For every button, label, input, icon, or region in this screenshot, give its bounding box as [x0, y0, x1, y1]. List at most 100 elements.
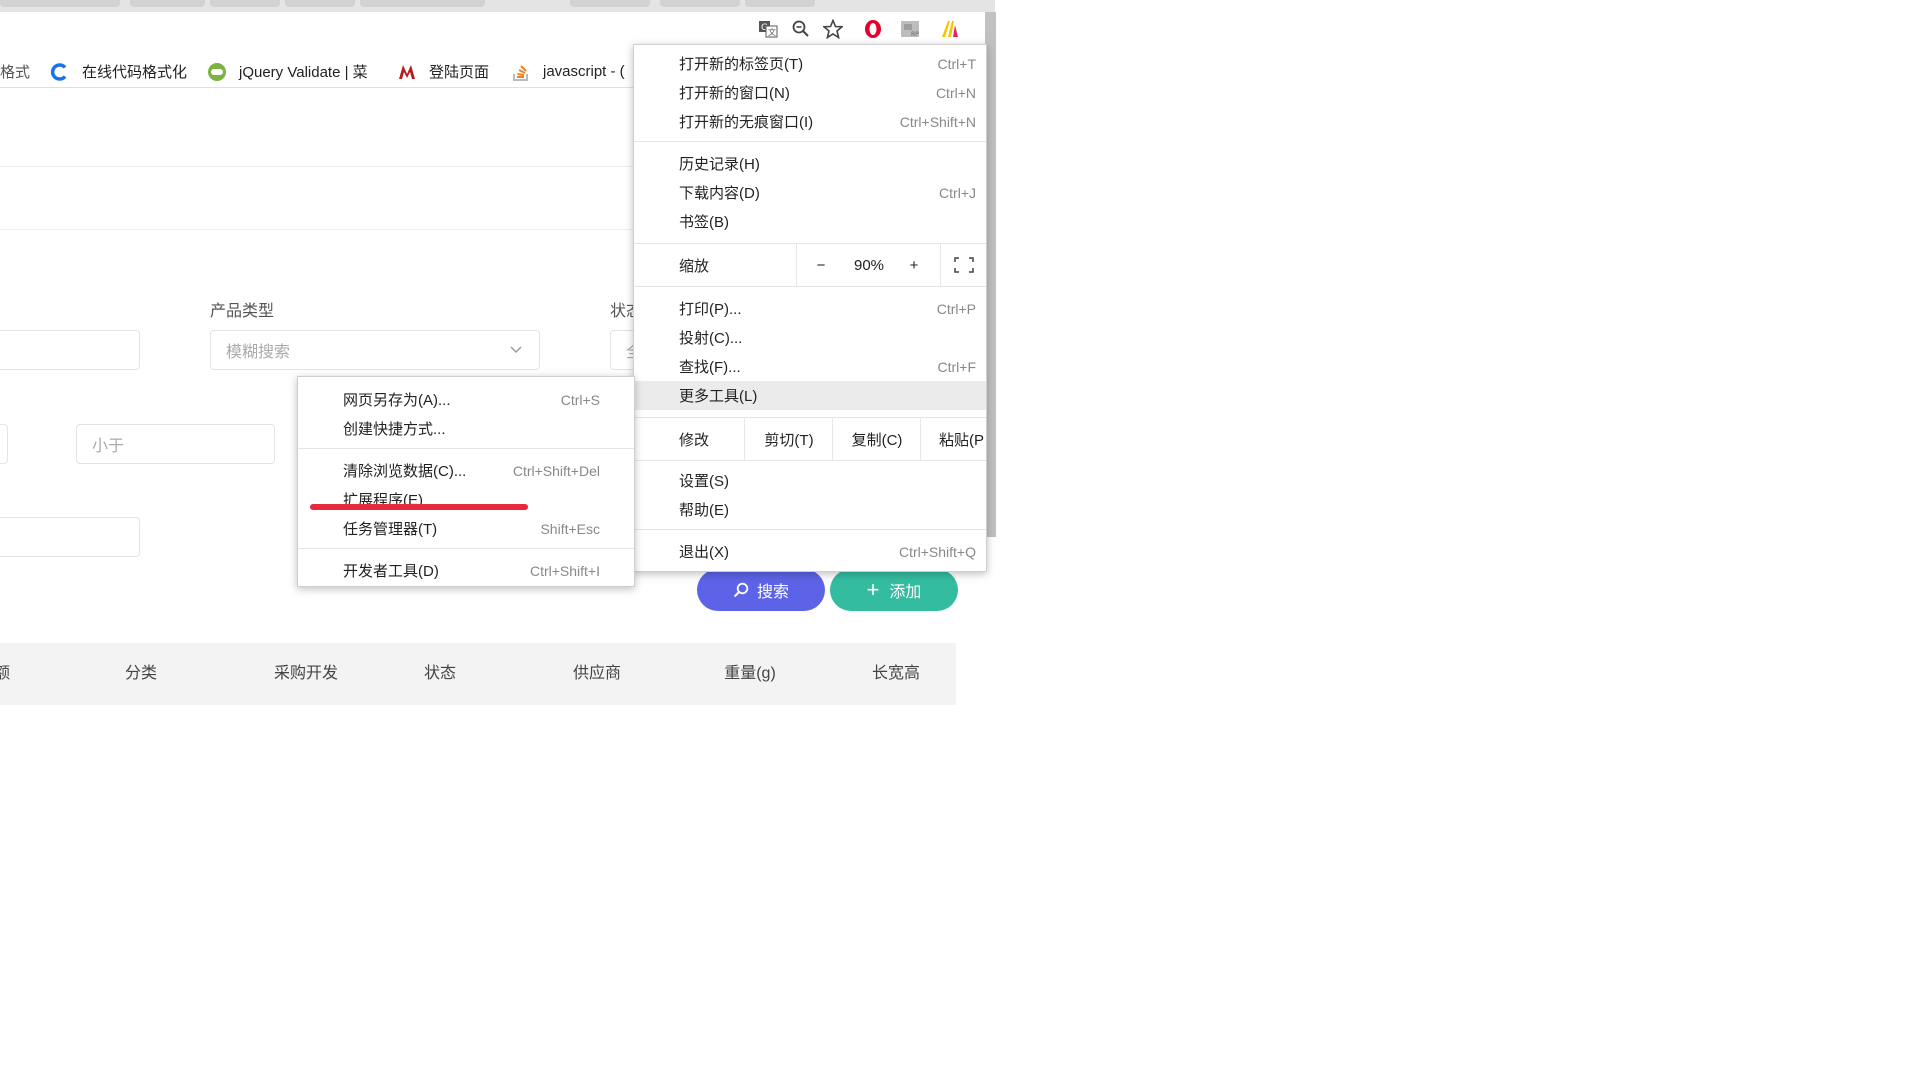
extension-icon[interactable]: RP [897, 16, 923, 42]
bookmark-item[interactable]: javascript - ( [511, 56, 625, 87]
product-type-select[interactable]: 模糊搜索 [210, 330, 540, 370]
zoom-out-button[interactable]: − [796, 244, 845, 286]
cut-button[interactable]: 剪切(T) [744, 418, 833, 460]
menu-item-label: 缩放 [679, 257, 710, 275]
copy-label: 复制(C) [851, 431, 903, 449]
bookmark-item[interactable]: 登陆页面 [397, 56, 489, 87]
menu-item-label: 下载内容(D) [679, 185, 760, 202]
menu-item-create-shortcut[interactable]: 创建快捷方式... [298, 414, 634, 443]
menu-item-shortcut: Ctrl+Shift+I [529, 562, 600, 579]
paste-button[interactable]: 粘贴(P [920, 418, 986, 460]
less-than-input[interactable]: 小于 [76, 424, 275, 464]
table-header: 额 分类 采购开发 状态 供应商 重量(g) 长宽高 [0, 643, 956, 705]
menu-item-label: 任务管理器(T) [343, 521, 438, 538]
menu-item-label: 投射(C)... [679, 330, 743, 347]
svg-text:文: 文 [768, 27, 776, 37]
copy-button[interactable]: 复制(C) [832, 418, 921, 460]
menu-item-label: 退出(X) [679, 544, 729, 561]
zoom-level: 90% [844, 244, 894, 286]
menu-item-devtools[interactable]: 开发者工具(D) Ctrl+Shift+I [298, 556, 634, 585]
menu-item-label: 网页另存为(A)... [343, 392, 451, 409]
zoom-icon[interactable] [788, 16, 814, 42]
text-input[interactable] [0, 517, 140, 557]
browser-tab[interactable] [745, 0, 815, 7]
zoom-minus-label: − [816, 256, 826, 274]
browser-tab[interactable] [130, 0, 205, 7]
menu-item-exit[interactable]: 退出(X) Ctrl+Shift+Q [634, 537, 986, 566]
bookmark-label: 在线代码格式化 [82, 64, 188, 81]
zoom-in-button[interactable]: + [894, 244, 934, 286]
menu-divider [634, 529, 986, 530]
search-button[interactable]: 搜索 [697, 569, 825, 611]
menu-item-find[interactable]: 查找(F)... Ctrl+F [634, 352, 986, 381]
menu-item-task-manager[interactable]: 任务管理器(T) Shift+Esc [298, 514, 634, 543]
menu-item-cast[interactable]: 投射(C)... [634, 323, 986, 352]
browser-tab[interactable] [210, 0, 280, 7]
menu-item-label: 帮助(E) [679, 502, 729, 519]
menu-item-zoom: 缩放 − 90% + [634, 244, 986, 286]
menu-item-label: 清除浏览数据(C)... [343, 463, 467, 480]
bookmark-item[interactable]: jQuery Validate | 菜 [207, 56, 368, 87]
svg-text:RP: RP [911, 31, 919, 38]
search-button-label: 搜索 [756, 584, 789, 601]
menu-item-downloads[interactable]: 下载内容(D) Ctrl+J [634, 178, 986, 207]
menu-divider [634, 286, 986, 287]
browser-main-menu: 打开新的标签页(T) Ctrl+T 打开新的窗口(N) Ctrl+N 打开新的无… [633, 44, 987, 572]
select-placeholder: 模糊搜索 [226, 344, 291, 361]
menu-item-label: 打开新的窗口(N) [679, 85, 790, 102]
menu-item-save-as[interactable]: 网页另存为(A)... Ctrl+S [298, 385, 634, 414]
menu-item-label: 打开新的标签页(T) [679, 56, 804, 73]
menu-item-more-tools[interactable]: 更多工具(L) [634, 381, 986, 410]
menu-item-clear-data[interactable]: 清除浏览数据(C)... Ctrl+Shift+Del [298, 456, 634, 485]
column-header[interactable]: 状态 [424, 643, 456, 705]
range-min-input[interactable] [0, 424, 8, 464]
column-header[interactable]: 额 [0, 643, 10, 705]
menu-divider [634, 460, 986, 461]
browser-tab[interactable] [360, 0, 485, 7]
menu-item-history[interactable]: 历史记录(H) [634, 149, 986, 178]
menu-item-label: 历史记录(H) [679, 156, 760, 173]
text-input[interactable] [0, 330, 140, 370]
more-tools-submenu: 网页另存为(A)... Ctrl+S 创建快捷方式... 清除浏览数据(C)..… [297, 376, 635, 587]
opera-icon[interactable] [860, 16, 886, 42]
menu-item-label: 查找(F)... [679, 359, 741, 376]
browser-tab[interactable] [570, 0, 650, 7]
column-header[interactable]: 长宽高 [872, 643, 920, 705]
star-icon[interactable] [820, 16, 846, 42]
browser-tab[interactable] [0, 0, 120, 7]
fullscreen-button[interactable] [940, 244, 987, 286]
translate-icon[interactable]: G文 [755, 16, 781, 42]
bookmark-label: jQuery Validate | 菜 [239, 64, 368, 81]
search-icon [733, 582, 749, 598]
red-underline-annotation [310, 504, 528, 510]
browser-tab[interactable] [660, 0, 740, 7]
zoom-value: 90% [853, 256, 885, 274]
stackoverflow-icon [511, 62, 531, 82]
chevron-down-icon [509, 342, 523, 361]
product-type-label: 产品类型 [210, 303, 275, 320]
column-header[interactable]: 供应商 [573, 643, 621, 705]
menu-divider [298, 448, 634, 449]
column-header[interactable]: 采购开发 [274, 643, 338, 705]
menu-item-shortcut: Ctrl+Shift+N [899, 113, 976, 130]
menu-item-print[interactable]: 打印(P)... Ctrl+P [634, 294, 986, 323]
menu-item-new-window[interactable]: 打开新的窗口(N) Ctrl+N [634, 78, 986, 107]
menu-item-bookmarks[interactable]: 书签(B) [634, 207, 986, 236]
menu-item-shortcut: Shift+Esc [540, 520, 600, 537]
menu-item-settings[interactable]: 设置(S) [634, 466, 986, 495]
add-button[interactable]: + 添加 [830, 569, 958, 611]
cut-label: 剪切(T) [764, 431, 814, 449]
menu-item-label: 修改 [679, 431, 710, 449]
bookmark-item[interactable]: 在线代码格式化 [50, 56, 187, 87]
paste-label: 粘贴(P [939, 431, 985, 449]
bookmark-item[interactable]: 格式 [0, 56, 30, 87]
browser-tab[interactable] [285, 0, 355, 7]
menu-item-shortcut: Ctrl+F [937, 358, 977, 375]
column-header[interactable]: 重量(g) [724, 643, 776, 705]
menu-item-new-tab[interactable]: 打开新的标签页(T) Ctrl+T [634, 49, 986, 78]
column-header[interactable]: 分类 [125, 643, 157, 705]
menu-item-incognito[interactable]: 打开新的无痕窗口(I) Ctrl+Shift+N [634, 107, 986, 136]
menu-item-label: 书签(B) [679, 214, 729, 231]
yellow-logo-icon[interactable] [937, 16, 963, 42]
menu-item-help[interactable]: 帮助(E) [634, 495, 986, 524]
